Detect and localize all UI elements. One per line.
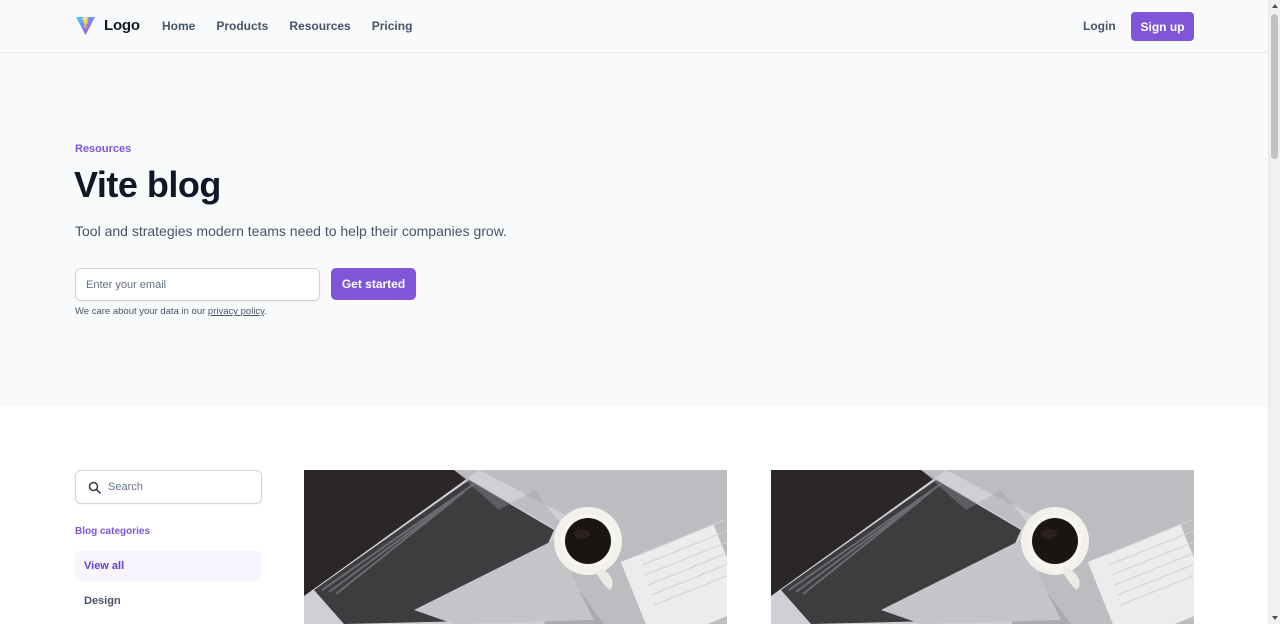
blog-search[interactable]: [75, 470, 262, 504]
scroll-up-arrow-icon[interactable]: [1272, 4, 1278, 8]
nav-resources[interactable]: Resources: [289, 19, 350, 33]
hero-subtitle: Tool and strategies modern teams need to…: [75, 223, 507, 239]
privacy-suffix: .: [264, 306, 267, 317]
logo[interactable]: Logo: [75, 15, 140, 36]
site-header: Logo Home Products Resources Pricing Log…: [0, 0, 1268, 53]
search-input[interactable]: [108, 471, 258, 503]
category-design[interactable]: Design: [75, 586, 262, 616]
nav-home[interactable]: Home: [162, 19, 195, 33]
categories-label: Blog categories: [75, 526, 151, 537]
email-field[interactable]: [75, 268, 320, 301]
privacy-prefix: We care about your data in our: [75, 306, 208, 317]
post-image-2[interactable]: [771, 470, 1194, 624]
login-link[interactable]: Login: [1083, 19, 1116, 33]
privacy-note: We care about your data in our privacy p…: [75, 306, 267, 317]
scroll-down-arrow-icon[interactable]: [1272, 616, 1278, 620]
page-title: Vite blog: [74, 164, 221, 205]
get-started-button[interactable]: Get started: [331, 268, 416, 300]
page-scrollbar[interactable]: [1268, 0, 1280, 624]
hero-eyebrow: Resources: [75, 143, 132, 155]
category-view-all[interactable]: View all: [75, 551, 262, 581]
vite-logo-icon: [76, 16, 95, 35]
search-icon: [88, 481, 101, 494]
main-nav: Home Products Resources Pricing: [162, 19, 412, 33]
hero-section: Resources Vite blog Tool and strategies …: [0, 53, 1268, 406]
scrollbar-thumb[interactable]: [1271, 14, 1278, 159]
nav-products[interactable]: Products: [216, 19, 268, 33]
privacy-policy-link[interactable]: privacy policy: [208, 306, 264, 317]
signup-button[interactable]: Sign up: [1131, 12, 1194, 41]
logo-text: Logo: [104, 17, 140, 34]
nav-pricing[interactable]: Pricing: [372, 19, 413, 33]
post-image-1[interactable]: [304, 470, 727, 624]
